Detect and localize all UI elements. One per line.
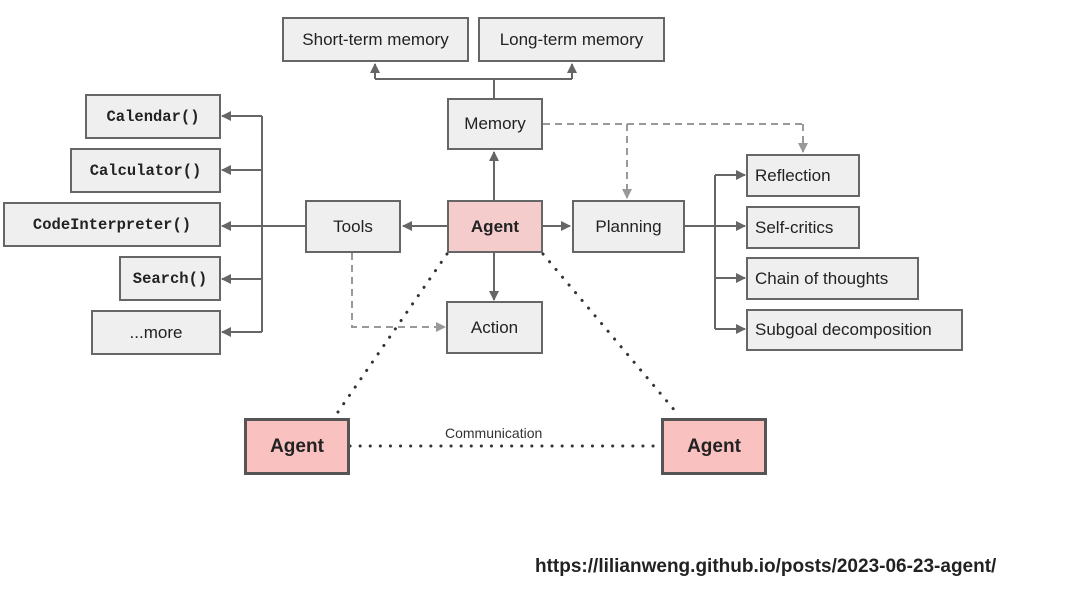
edge-planning-bus [685, 175, 716, 329]
edge-agent-to-peer-right [541, 252, 678, 414]
edge-tools-to-action-dashed [351, 253, 446, 332]
edge-memory-to-stores [375, 78, 572, 98]
tools-node: Tools [305, 200, 401, 253]
short-term-memory-node: Short-term memory [282, 17, 469, 62]
memory-node: Memory [447, 98, 543, 150]
self-critics-node: Self-critics [746, 206, 860, 249]
agent-node: Agent [447, 200, 543, 253]
code-interpreter-tool-node: CodeInterpreter() [3, 202, 221, 247]
subgoal-decomposition-node: Subgoal decomposition [746, 309, 963, 351]
action-node: Action [446, 301, 543, 354]
source-url: https://lilianweng.github.io/posts/2023-… [535, 556, 997, 577]
communication-label: Communication [445, 425, 543, 441]
reflection-node: Reflection [746, 154, 860, 197]
edge-tools-bus [261, 116, 305, 332]
search-tool-node: Search() [119, 256, 221, 301]
chain-of-thoughts-node: Chain of thoughts [746, 257, 919, 300]
calculator-tool-node: Calculator() [70, 148, 221, 193]
calendar-tool-node: Calendar() [85, 94, 221, 139]
peer-agent-right-node: Agent [661, 418, 767, 475]
long-term-memory-node: Long-term memory [478, 17, 665, 62]
edge-agent-to-peer-left [336, 252, 449, 414]
planning-node: Planning [572, 200, 685, 253]
more-tools-node: ...more [91, 310, 221, 355]
peer-agent-left-node: Agent [244, 418, 350, 475]
